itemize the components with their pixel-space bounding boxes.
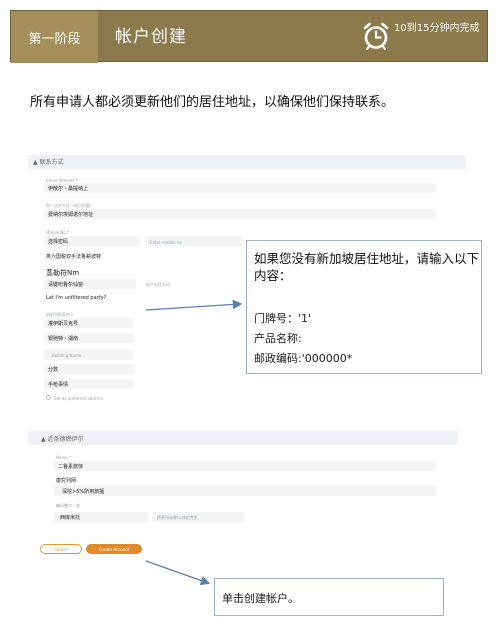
arrow-to-create-callout <box>145 560 211 586</box>
address-callout-line3: 邮政编码:'000000* <box>254 352 353 365</box>
arrow-to-address-callout <box>145 299 243 311</box>
create-callout-text: 单击创建帐户。 <box>222 592 299 605</box>
address-callout-title: 如果您没有新加坡居住地址，请输入以下内容： <box>254 251 480 283</box>
tutorial-page: 第一阶段 帐户创建 10到15分钟内完成 所有申请人都必须更新他们的居住地址，以… <box>0 0 499 630</box>
address-callout-line1: 门牌号：'1' <box>254 312 312 325</box>
address-callout-line2: 产品名称: <box>254 332 302 345</box>
